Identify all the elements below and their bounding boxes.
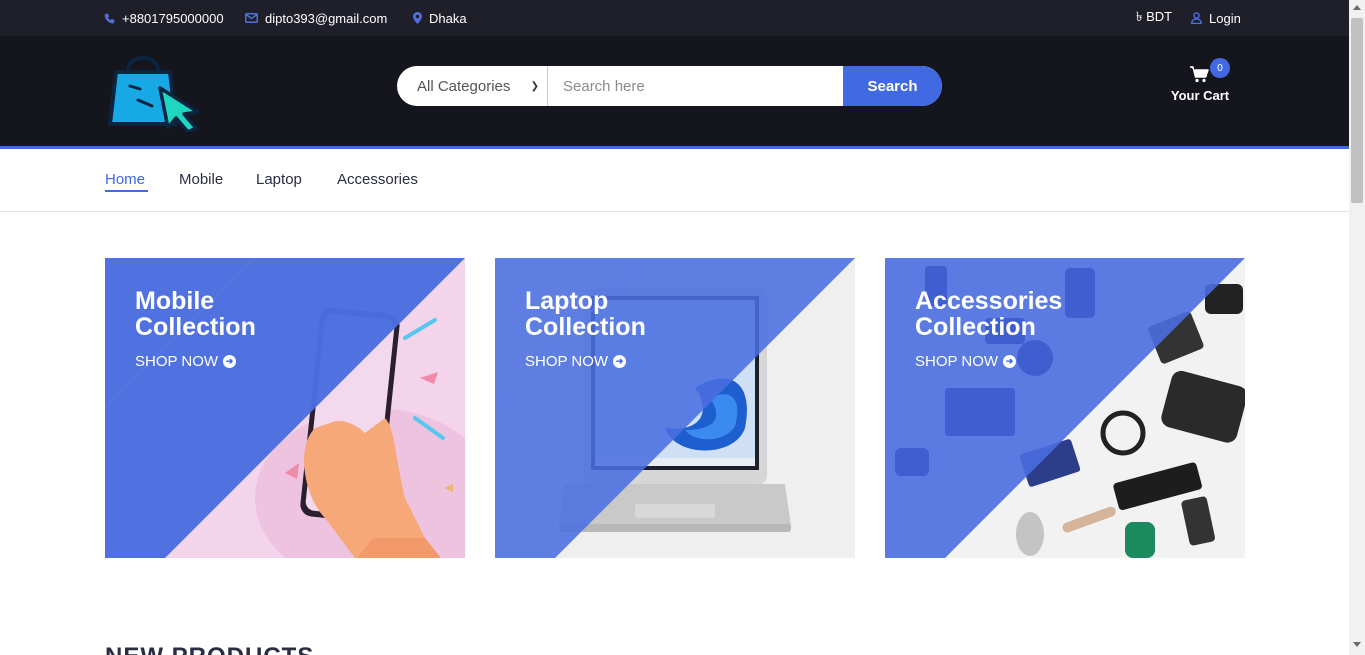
arrow-circle-right-icon: ➜ <box>1003 355 1017 368</box>
arrow-circle-right-icon: ➜ <box>223 355 237 368</box>
shop-now-text: SHOP NOW <box>915 353 999 370</box>
email-contact[interactable]: dipto393@gmail.com <box>245 0 387 36</box>
page-scrollbar[interactable] <box>1349 0 1365 655</box>
login-link[interactable]: Login <box>1191 0 1241 36</box>
collection-title-line2: Collection <box>915 313 1036 341</box>
shop-now-text: SHOP NOW <box>525 353 609 370</box>
collection-card-mobile[interactable]: Mobile Collection SHOP NOW ➜ <box>105 258 465 558</box>
scrollbar-thumb[interactable] <box>1351 18 1363 203</box>
search-input[interactable] <box>548 66 843 106</box>
map-marker-icon <box>413 12 422 24</box>
phone-text: +8801795000000 <box>122 10 224 26</box>
location-contact[interactable]: Dhaka <box>413 0 467 36</box>
collection-title: Laptop Collection <box>525 288 646 340</box>
scroll-up-arrow-icon[interactable] <box>1353 5 1361 10</box>
user-icon <box>1191 12 1202 24</box>
phone-contact[interactable]: +8801795000000 <box>104 0 224 36</box>
search-button[interactable]: Search <box>843 66 942 106</box>
collection-title: Accessories Collection <box>915 288 1062 340</box>
envelope-icon <box>245 13 258 23</box>
active-nav-underline <box>105 190 148 192</box>
shopping-bag-cursor-logo[interactable] <box>108 50 203 137</box>
arrow-circle-right-icon: ➜ <box>613 355 627 368</box>
collection-title: Mobile Collection <box>135 288 256 340</box>
section-heading-new-products: NEW PRODUCTS <box>105 645 314 655</box>
collection-title-line2: Collection <box>135 313 256 341</box>
scroll-down-arrow-icon[interactable] <box>1353 642 1361 647</box>
login-text: Login <box>1209 10 1241 26</box>
nav-item-accessories[interactable]: Accessories <box>337 171 418 188</box>
shop-now-link[interactable]: SHOP NOW ➜ <box>915 353 1017 370</box>
shop-now-link[interactable]: SHOP NOW ➜ <box>525 353 627 370</box>
nav-item-home[interactable]: Home <box>105 171 145 188</box>
search-bar: All Categories ❯ Search <box>397 66 942 106</box>
nav-item-laptop[interactable]: Laptop <box>256 171 302 188</box>
location-text: Dhaka <box>429 10 467 26</box>
shop-now-link[interactable]: SHOP NOW ➜ <box>135 353 237 370</box>
collection-title-line1: Laptop <box>525 287 609 315</box>
collection-title-line1: Accessories <box>915 287 1063 315</box>
collection-card-laptop[interactable]: Laptop Collection SHOP NOW ➜ <box>495 258 855 558</box>
category-selected-text: All Categories <box>417 77 511 95</box>
main-nav: Home Mobile Laptop Accessories <box>0 149 1349 212</box>
phone-icon <box>104 13 115 24</box>
section-heading-text: NEW PRODUCTS <box>105 645 314 655</box>
shop-now-text: SHOP NOW <box>135 353 219 370</box>
chevron-down-icon: ❯ <box>530 80 539 92</box>
collection-title-line1: Mobile <box>135 287 215 315</box>
cart-button[interactable]: 0 Your Cart <box>1166 58 1236 108</box>
cart-count-badge: 0 <box>1210 58 1230 78</box>
nav-item-mobile[interactable]: Mobile <box>179 171 223 188</box>
collection-title-line2: Collection <box>525 313 646 341</box>
page: +8801795000000 dipto393@gmail.com Dhaka … <box>0 0 1365 655</box>
shopping-cart-icon <box>1190 66 1209 88</box>
collection-card-accessories[interactable]: Accessories Collection SHOP NOW ➜ <box>885 258 1245 558</box>
currency-selector[interactable]: ৳ BDT <box>1136 0 1172 36</box>
top-bar: +8801795000000 dipto393@gmail.com Dhaka … <box>0 0 1349 36</box>
email-text: dipto393@gmail.com <box>265 10 388 26</box>
cart-label: Your Cart <box>1170 88 1230 103</box>
header: All Categories ❯ Search 0 Your Cart <box>0 36 1349 146</box>
currency-text: ৳ BDT <box>1136 8 1173 24</box>
category-select[interactable]: All Categories ❯ <box>397 66 548 106</box>
